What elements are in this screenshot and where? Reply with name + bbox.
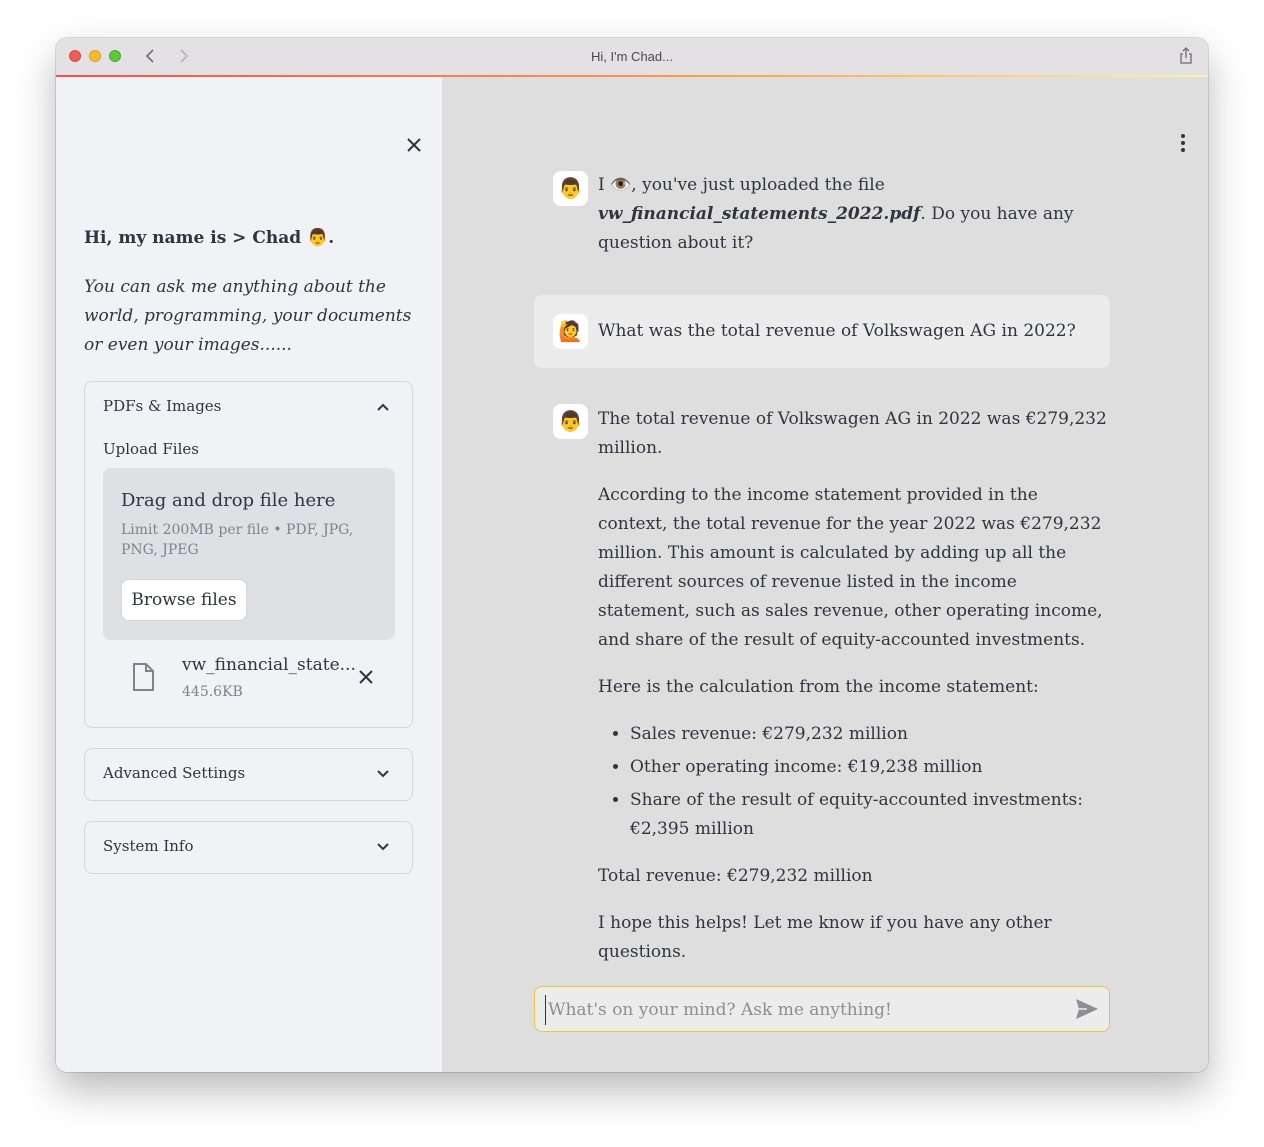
window-title: Hi, I'm Chad...: [591, 49, 673, 64]
share-icon[interactable]: [1178, 47, 1194, 65]
dropzone-title: Drag and drop file here: [121, 490, 336, 511]
answer-bullet: Share of the result of equity-accounted …: [630, 786, 1110, 844]
chevron-down-icon[interactable]: [376, 839, 390, 853]
sidebar-greeting: Hi, my name is > Chad 👨.: [84, 228, 335, 248]
upload-message-prefix: I 👁️, you've just uploaded the file: [598, 175, 885, 195]
chevron-down-icon[interactable]: [376, 766, 390, 780]
title-bar: Hi, I'm Chad...: [56, 38, 1208, 76]
answer-paragraph: I hope this helps! Let me know if you ha…: [598, 913, 1052, 962]
browser-window: Hi, I'm Chad... Hi, my name is > Chad 👨.…: [56, 38, 1208, 1072]
chat-input[interactable]: [545, 995, 1050, 1025]
chat-input-container: [534, 986, 1110, 1032]
assistant-message-answer: The total revenue of Volkswagen AG in 20…: [598, 405, 1110, 985]
uploaded-file-size: 445.6KB: [182, 684, 243, 700]
advanced-settings-expander[interactable]: Advanced Settings: [84, 748, 413, 801]
answer-paragraph: Here is the calculation from the income …: [598, 677, 1039, 697]
user-avatar: 🙋: [553, 314, 588, 349]
upload-files-label: Upload Files: [103, 440, 199, 458]
advanced-settings-header[interactable]: Advanced Settings: [103, 764, 245, 782]
system-info-expander[interactable]: System Info: [84, 821, 413, 874]
remove-file-icon[interactable]: [357, 668, 375, 686]
answer-paragraph: According to the income statement provid…: [598, 485, 1103, 650]
answer-paragraph: Total revenue: €279,232 million: [598, 866, 873, 886]
assistant-message-upload: I 👁️, you've just uploaded the file vw_f…: [598, 171, 1108, 258]
pdfs-images-expander-header[interactable]: PDFs & Images: [103, 397, 221, 415]
browse-files-button[interactable]: Browse files: [121, 579, 247, 621]
answer-bullet: Other operating income: €19,238 million: [630, 753, 1110, 782]
answer-bullet-list: Sales revenue: €279,232 million Other op…: [598, 720, 1110, 844]
send-icon[interactable]: [1075, 998, 1099, 1020]
chevron-up-icon[interactable]: [376, 399, 390, 413]
file-icon: [131, 663, 155, 691]
answer-bullet: Sales revenue: €279,232 million: [630, 720, 1110, 749]
answer-paragraph: The total revenue of Volkswagen AG in 20…: [598, 409, 1107, 458]
uploaded-file-name: vw_financial_state...: [182, 655, 356, 675]
dropzone-subtitle: Limit 200MB per file • PDF, JPG, PNG, JP…: [121, 522, 354, 558]
assistant-avatar: 👨: [553, 404, 588, 439]
close-sidebar-icon[interactable]: [404, 135, 424, 155]
sidebar: Hi, my name is > Chad 👨. You can ask me …: [56, 77, 442, 1072]
assistant-avatar: 👨: [553, 171, 588, 206]
uploaded-file-reference: vw_financial_statements_2022.pdf: [598, 204, 921, 224]
more-options-icon[interactable]: [1176, 133, 1190, 153]
sidebar-intro: You can ask me anything about the world,…: [84, 277, 412, 355]
user-message-text: What was the total revenue of Volkswagen…: [598, 321, 1076, 341]
pdfs-images-expander: PDFs & Images Upload Files Drag and drop…: [84, 381, 413, 728]
system-info-header[interactable]: System Info: [103, 837, 194, 855]
file-dropzone[interactable]: Drag and drop file here Limit 200MB per …: [103, 468, 395, 640]
chat-main: 👨 I 👁️, you've just uploaded the file vw…: [442, 77, 1208, 1072]
